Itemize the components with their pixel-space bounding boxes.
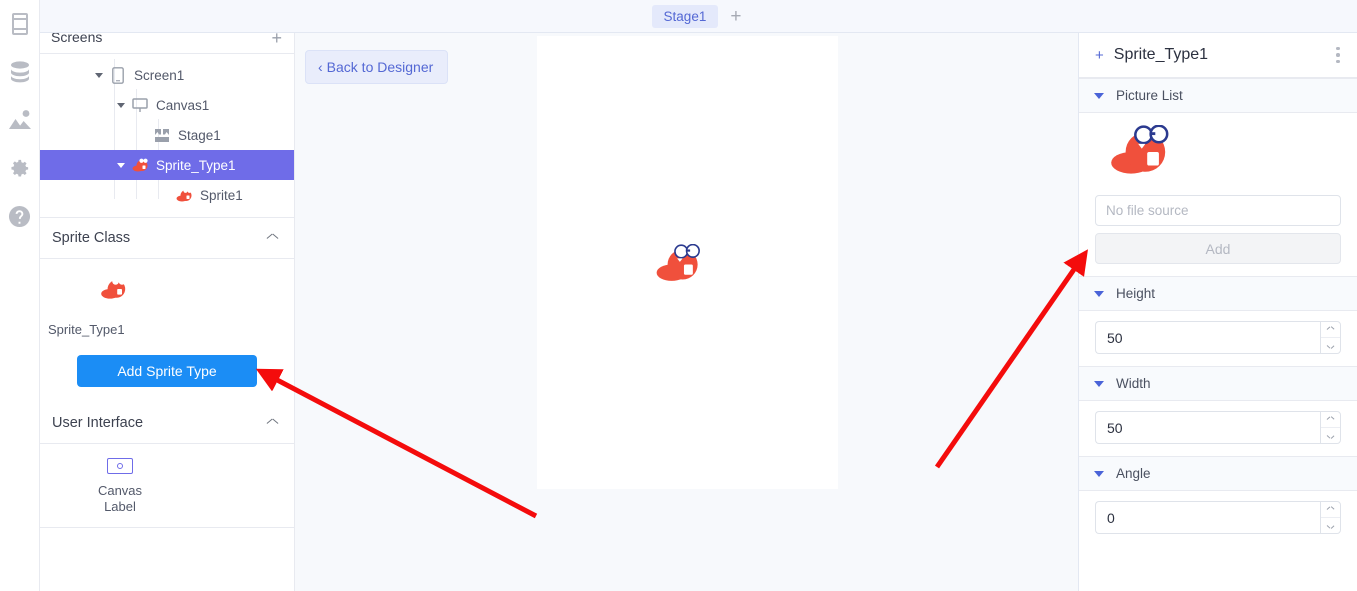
back-to-designer-button[interactable]: ‹ Back to Designer: [305, 50, 449, 84]
palette-item-label-line1: Canvas: [97, 483, 143, 498]
chevron-up-icon[interactable]: [267, 420, 278, 427]
stage-canvas[interactable]: [537, 36, 838, 489]
down-arrow-icon[interactable]: [1321, 518, 1340, 533]
top-tab-bar: Stage1 +: [40, 0, 1357, 33]
user-interface-section-header[interactable]: User Interface: [40, 403, 294, 444]
sprite-type-label: Sprite_Type1: [48, 322, 125, 337]
picture-list-preview[interactable]: [1095, 113, 1341, 195]
properties-title: Sprite_Type1: [1113, 46, 1209, 63]
properties-header: + Sprite_Type1: [1079, 33, 1357, 78]
down-arrow-icon[interactable]: [1321, 428, 1340, 443]
property-group-label: Width: [1116, 376, 1151, 391]
property-group-width[interactable]: Width: [1079, 366, 1357, 401]
width-body: [1079, 401, 1357, 456]
picture-list-body: Add: [1079, 113, 1357, 276]
sprite-icon: [175, 186, 193, 204]
palette-item-label: Canvas Label: [98, 483, 142, 515]
tree-node-label: Canvas1: [156, 97, 210, 113]
tree-node-label: Sprite_Type1: [156, 157, 236, 173]
angle-body: [1079, 491, 1357, 546]
up-arrow-icon[interactable]: [1321, 412, 1340, 428]
caret-down-icon: [1094, 470, 1104, 477]
tree-node-label: Sprite1: [200, 187, 243, 203]
screens-icon[interactable]: [4, 8, 36, 40]
height-spinner-buttons: [1320, 321, 1341, 354]
width-input[interactable]: [1095, 411, 1320, 444]
add-property-icon[interactable]: +: [1095, 47, 1104, 64]
phone-icon: [109, 66, 127, 84]
tree-node-sprite1[interactable]: Sprite1: [40, 180, 294, 210]
tree-node-screen1[interactable]: Screen1: [40, 60, 294, 90]
tree-caret[interactable]: [92, 68, 106, 82]
add-picture-button[interactable]: Add: [1095, 233, 1341, 264]
sprite-type-thumbnail[interactable]: [100, 277, 294, 306]
sprite-class-body: Sprite_Type1 Add Sprite Type: [40, 259, 294, 403]
kebab-menu-icon[interactable]: [1329, 46, 1347, 64]
palette-item-label-line2: Label: [104, 499, 136, 514]
height-body: [1079, 311, 1357, 366]
tree-caret[interactable]: [114, 158, 128, 172]
sprite-class-title: Sprite Class: [52, 230, 131, 246]
tree-node-label: Stage1: [178, 127, 221, 143]
stage-icon: [153, 126, 171, 144]
left-tree-panel: Screens + Screen1 Canvas1 Stage1 Sprite_…: [40, 33, 295, 591]
chevron-up-icon[interactable]: [267, 235, 278, 242]
screens-header-label: Screens: [51, 33, 103, 45]
properties-panel: + Sprite_Type1 Picture List No file sour…: [1078, 33, 1357, 591]
down-arrow-icon[interactable]: [1321, 338, 1340, 353]
height-stepper: [1095, 321, 1341, 354]
chevron-left-icon: ‹: [318, 59, 323, 75]
canvas-label-icon: [107, 458, 133, 474]
property-group-label: Picture List: [1116, 88, 1183, 103]
add-sprite-type-button[interactable]: Add Sprite Type: [77, 355, 257, 387]
width-stepper: [1095, 411, 1341, 444]
canvas-icon: [131, 96, 149, 114]
sprite-icon: [131, 156, 149, 174]
add-tab-icon[interactable]: +: [726, 7, 745, 26]
sprite-icon[interactable]: [655, 243, 702, 290]
user-interface-title: User Interface: [52, 415, 144, 431]
property-group-label: Height: [1116, 286, 1156, 301]
property-group-label: Angle: [1116, 466, 1151, 481]
property-group-height[interactable]: Height: [1079, 276, 1357, 311]
screens-tree: Screen1 Canvas1 Stage1 Sprite_Type1 Spri…: [40, 54, 294, 218]
up-arrow-icon[interactable]: [1321, 322, 1340, 338]
property-group-angle[interactable]: Angle: [1079, 456, 1357, 491]
app-window: Stage1 + Screens + Screen1 Canvas1 Stage…: [0, 0, 1357, 591]
user-interface-palette: Canvas Label: [40, 444, 294, 528]
sprite-class-section-header[interactable]: Sprite Class: [40, 218, 294, 259]
back-to-designer-label: Back to Designer: [326, 59, 434, 75]
property-group-picture-list[interactable]: Picture List: [1079, 78, 1357, 113]
caret-down-icon: [1094, 380, 1104, 387]
media-icon[interactable]: [4, 104, 36, 136]
angle-stepper: [1095, 501, 1341, 534]
angle-spinner-buttons: [1320, 501, 1341, 534]
left-icon-rail: [0, 0, 40, 591]
caret-down-icon: [1094, 92, 1104, 99]
screens-header: Screens +: [40, 33, 294, 54]
tree-node-label: Screen1: [134, 67, 185, 83]
stage-editor: ‹ Back to Designer: [295, 33, 1078, 591]
gear-icon[interactable]: [4, 152, 36, 184]
up-arrow-icon[interactable]: [1321, 502, 1340, 518]
palette-item-canvas-label[interactable]: Canvas Label: [80, 458, 160, 515]
add-screen-icon[interactable]: +: [271, 33, 282, 49]
tree-node-stage1[interactable]: Stage1: [40, 120, 294, 150]
caret-down-icon: [1094, 290, 1104, 297]
tab-stage1[interactable]: Stage1: [651, 4, 719, 28]
file-source-input[interactable]: [1095, 195, 1341, 226]
tree-caret[interactable]: [114, 98, 128, 112]
height-input[interactable]: [1095, 321, 1320, 354]
angle-input[interactable]: [1095, 501, 1320, 534]
help-icon[interactable]: [4, 200, 36, 232]
sprite-icon: [1109, 123, 1171, 184]
tree-node-sprite-type1[interactable]: Sprite_Type1: [40, 150, 294, 180]
tree-node-canvas1[interactable]: Canvas1: [40, 90, 294, 120]
width-spinner-buttons: [1320, 411, 1341, 444]
database-icon[interactable]: [4, 56, 36, 88]
